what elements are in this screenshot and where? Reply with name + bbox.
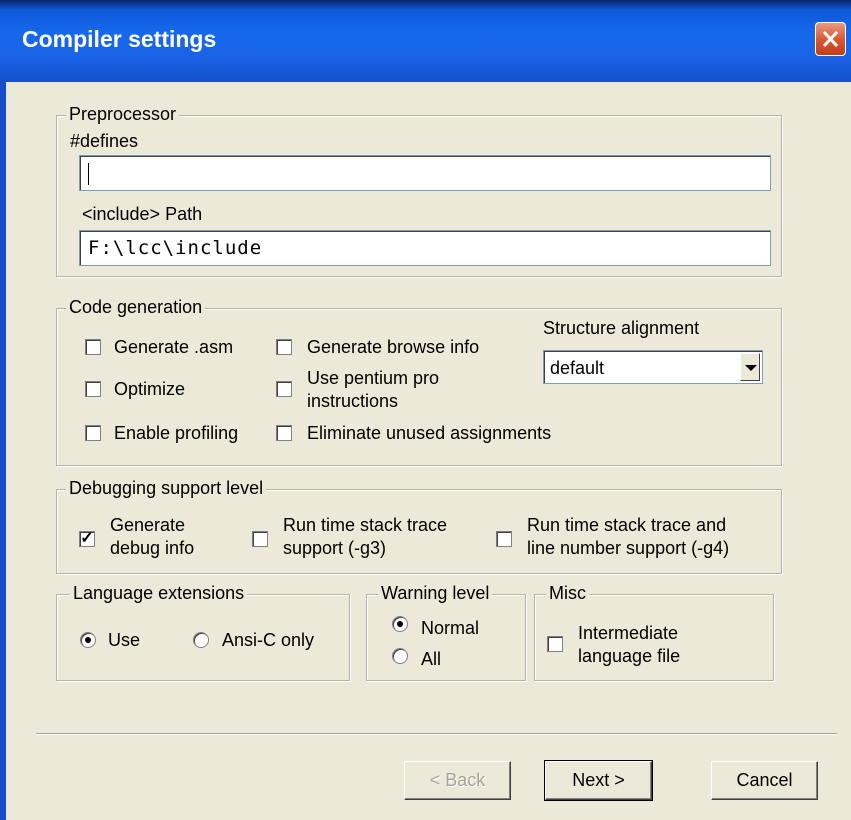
pentium-pro-label-line2[interactable]: instructions (307, 390, 398, 412)
checkmark-icon: ✓ (80, 530, 94, 547)
generate-debug-info-label-line2[interactable]: debug info (110, 537, 194, 559)
include-path-input[interactable]: F:\lcc\include (79, 230, 771, 266)
g4-label-line1[interactable]: Run time stack trace and (527, 514, 726, 536)
pentium-pro-label-line1[interactable]: Use pentium pro (307, 367, 439, 389)
preprocessor-legend: Preprocessor (66, 104, 180, 125)
generate-browse-info-checkbox[interactable] (276, 339, 292, 355)
button-separator (36, 733, 837, 735)
generate-debug-info-label-line1[interactable]: Generate (110, 514, 185, 536)
enable-profiling-checkbox[interactable] (85, 425, 101, 441)
structure-alignment-label: Structure alignment (543, 318, 700, 338)
use-label[interactable]: Use (108, 629, 140, 651)
optimize-label[interactable]: Optimize (114, 378, 185, 400)
intermediate-language-label-line2[interactable]: language file (578, 645, 680, 667)
text-caret (88, 163, 89, 185)
optimize-checkbox[interactable] (85, 381, 101, 397)
window-title: Compiler settings (22, 26, 217, 52)
ansi-c-only-radio[interactable] (193, 632, 209, 648)
close-icon (822, 30, 839, 48)
chevron-down-icon (745, 365, 757, 371)
normal-label[interactable]: Normal (421, 617, 479, 639)
defines-input[interactable] (79, 155, 771, 191)
enable-profiling-label[interactable]: Enable profiling (114, 422, 238, 444)
g3-label-line2[interactable]: support (-g3) (283, 537, 386, 559)
pentium-pro-checkbox[interactable] (276, 381, 292, 397)
debugging-support-legend: Debugging support level (66, 478, 267, 499)
g3-checkbox[interactable] (252, 531, 268, 547)
eliminate-unused-checkbox[interactable] (276, 425, 292, 441)
intermediate-language-label-line1[interactable]: Intermediate (578, 622, 678, 644)
normal-radio[interactable] (392, 616, 408, 632)
ansi-c-only-label[interactable]: Ansi-C only (222, 629, 314, 651)
use-radio[interactable] (80, 632, 96, 648)
cancel-button[interactable]: Cancel (711, 761, 818, 800)
title-bar[interactable]: Compiler settings (0, 0, 851, 82)
close-button[interactable] (815, 22, 846, 56)
radio-selected-dot (397, 621, 403, 627)
structure-alignment-select[interactable]: default (543, 350, 763, 384)
defines-label: #defines (70, 131, 139, 151)
all-radio[interactable] (392, 648, 408, 664)
warning-level-legend: Warning level (378, 583, 493, 604)
structure-alignment-dropdown-button[interactable] (740, 353, 760, 381)
code-generation-legend: Code generation (66, 297, 206, 318)
misc-legend: Misc (546, 583, 589, 604)
eliminate-unused-label[interactable]: Eliminate unused assignments (307, 422, 551, 444)
include-path-label: <include> Path (82, 204, 203, 224)
generate-browse-info-label[interactable]: Generate browse info (307, 336, 479, 358)
structure-alignment-value: default (550, 358, 605, 378)
back-button[interactable]: < Back (404, 761, 511, 800)
compiler-settings-dialog: Compiler settings Preprocessor #defines … (0, 0, 851, 820)
generate-asm-checkbox[interactable] (85, 339, 101, 355)
radio-selected-dot (85, 637, 91, 643)
g3-label-line1[interactable]: Run time stack trace (283, 514, 447, 536)
language-extensions-legend: Language extensions (70, 583, 248, 604)
intermediate-language-checkbox[interactable] (547, 636, 563, 652)
g4-checkbox[interactable] (496, 531, 512, 547)
next-button[interactable]: Next > (544, 760, 653, 801)
all-label[interactable]: All (421, 648, 441, 670)
generate-debug-info-checkbox[interactable]: ✓ (79, 531, 95, 547)
include-path-value: F:\lcc\include (88, 237, 263, 259)
generate-asm-label[interactable]: Generate .asm (114, 336, 233, 358)
g4-label-line2[interactable]: line number support (-g4) (527, 537, 729, 559)
